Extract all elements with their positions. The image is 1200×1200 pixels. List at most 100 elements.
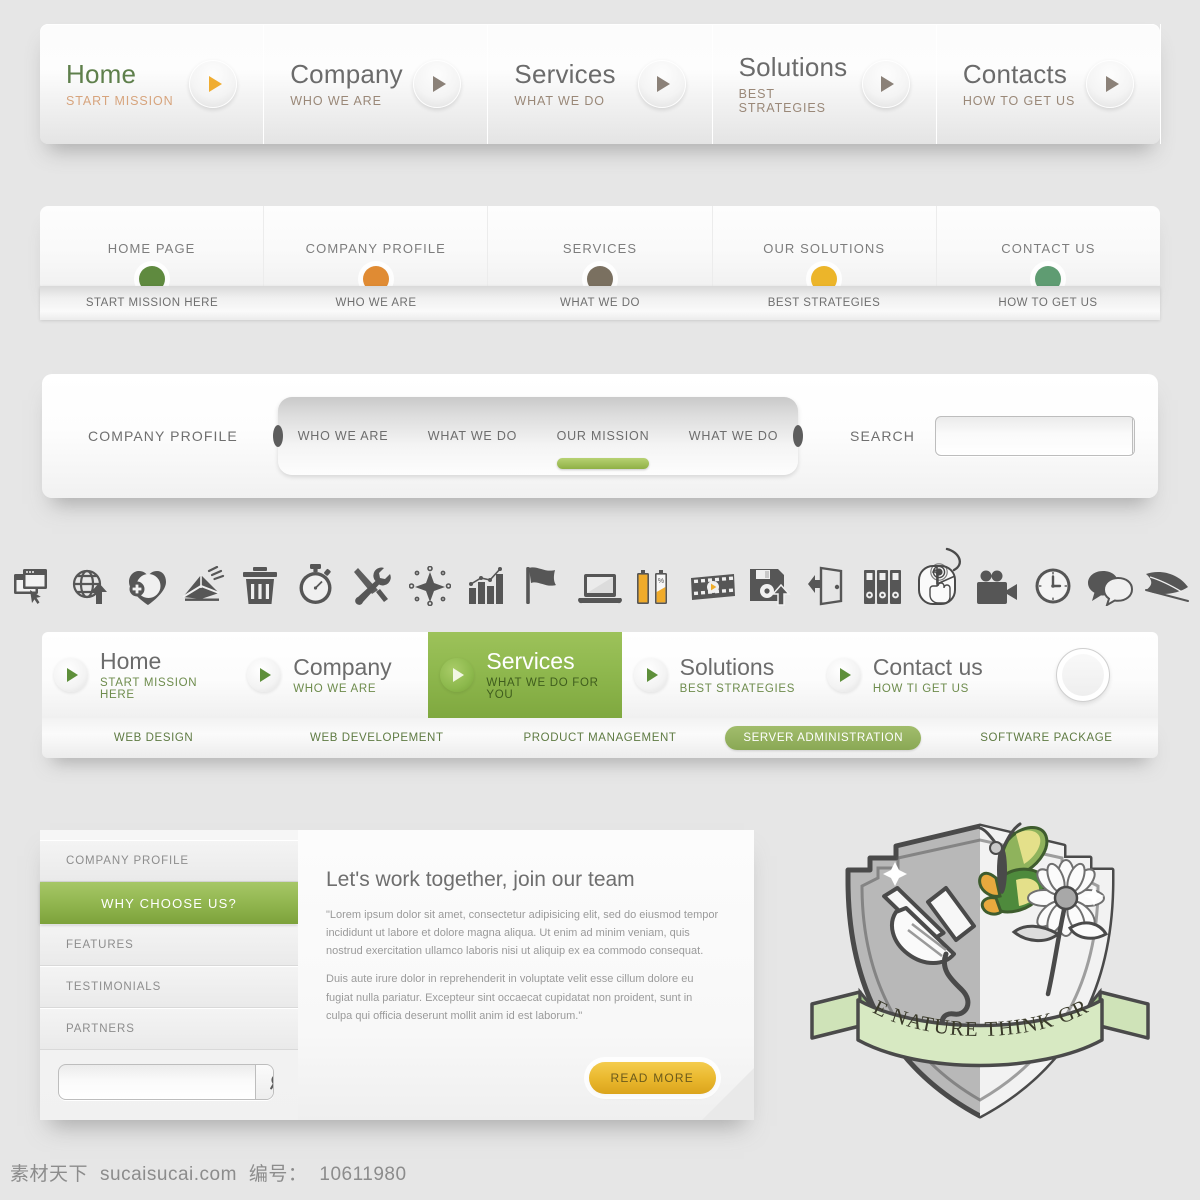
floppy-disk-upload-icon[interactable] bbox=[745, 560, 795, 606]
nav2-subtitle: START MISSION HERE bbox=[85, 297, 219, 309]
sidebar-search-button[interactable] bbox=[255, 1065, 273, 1099]
capsule-nav-bar: COMPANY PROFILE WHO WE ARE WHAT WE DO OU… bbox=[42, 374, 1158, 498]
secondary-nav-bar: HOME PAGE COMPANY PROFILE SERVICES OUR S… bbox=[40, 206, 1160, 292]
subnav-item-web-design[interactable]: WEB DESIGN bbox=[42, 732, 265, 744]
nav-item-contacts[interactable]: Contacts HOW TO GET US bbox=[937, 24, 1162, 144]
play-triangle-icon bbox=[208, 76, 222, 92]
svg-text:%: % bbox=[657, 578, 663, 585]
film-strip-icon[interactable] bbox=[688, 560, 738, 606]
nav2-item-title: OUR SOLUTIONS bbox=[763, 241, 886, 256]
read-more-button[interactable]: READ MORE bbox=[588, 1062, 716, 1094]
toggle-circle-button[interactable] bbox=[1056, 648, 1111, 702]
sidebar-item-features[interactable]: FEATURES bbox=[40, 924, 298, 966]
capsule-item-what-we-do[interactable]: WHAT WE DO bbox=[424, 429, 521, 443]
trash-icon[interactable] bbox=[235, 560, 285, 606]
play-button[interactable] bbox=[1086, 60, 1135, 108]
capsule-item-label: OUR MISSION bbox=[556, 429, 650, 443]
subnav-item-server-administration[interactable]: SERVER ADMINISTRATION bbox=[712, 726, 935, 750]
nav4-item-solutions[interactable]: Solutions BEST STRATEGIES bbox=[622, 632, 815, 718]
nav2-subtitle: WHAT WE DO bbox=[560, 297, 640, 309]
play-triangle-icon bbox=[881, 76, 895, 92]
envelope-send-icon[interactable] bbox=[178, 560, 228, 606]
subnav-item-web-developement[interactable]: WEB DEVELOPEMENT bbox=[265, 732, 488, 744]
nav2-item-home-page[interactable]: HOME PAGE bbox=[40, 206, 265, 292]
play-button[interactable] bbox=[637, 60, 686, 108]
laptop-icon[interactable] bbox=[575, 560, 625, 606]
services-subnav-strip: WEB DESIGN WEB DEVELOPEMENT PRODUCT MANA… bbox=[42, 718, 1158, 758]
panel-sidebar: COMPANY PROFILE WHY CHOOSE US? FEATURES … bbox=[40, 830, 317, 1120]
bar-chart-icon[interactable] bbox=[462, 560, 512, 606]
nav4-item-company[interactable]: Company WHO WE ARE bbox=[235, 632, 428, 718]
search-input[interactable] bbox=[935, 417, 1132, 455]
arrow-badge bbox=[633, 658, 668, 692]
mouse-click-icon[interactable] bbox=[915, 547, 965, 606]
sidebar-item-partners[interactable]: PARTNERS bbox=[40, 1008, 298, 1050]
nav4-item-home[interactable]: Home START MISSION HERE bbox=[42, 632, 235, 718]
nav-item-subtitle: START MISSION bbox=[66, 94, 174, 109]
nav2-item-services[interactable]: SERVICES bbox=[488, 206, 713, 292]
nav4-toggle-circle-wrap bbox=[1008, 632, 1158, 718]
capsule-item-our-mission[interactable]: OUR MISSION bbox=[553, 429, 654, 469]
sidebar-search-input[interactable] bbox=[59, 1065, 255, 1099]
nav-item-solutions[interactable]: Solutions BEST STRATEGIES bbox=[713, 24, 938, 144]
heart-plus-icon[interactable] bbox=[121, 560, 171, 606]
play-button[interactable] bbox=[189, 60, 238, 108]
nav2-subtitle: WHO WE ARE bbox=[335, 297, 417, 309]
nav2-item-our-solutions[interactable]: OUR SOLUTIONS bbox=[713, 206, 937, 292]
flag-icon[interactable] bbox=[518, 560, 568, 606]
play-triangle-icon bbox=[1105, 76, 1119, 92]
nav4-item-contact-us[interactable]: Contact us HOW TI GET US bbox=[815, 632, 1008, 718]
content-paragraph-1: "Lorem ipsum dolor sit amet, consectetur… bbox=[326, 909, 719, 958]
nav2-item-company-profile[interactable]: COMPANY PROFILE bbox=[264, 206, 489, 292]
feather-quill-icon[interactable] bbox=[1142, 560, 1192, 606]
binders-archive-icon[interactable] bbox=[858, 560, 908, 606]
content-panel: COMPANY PROFILE WHY CHOOSE US? FEATURES … bbox=[40, 830, 754, 1120]
icon-row: % bbox=[8, 528, 1192, 606]
sidebar-search-wrap bbox=[40, 1050, 298, 1100]
sidebar-search-box bbox=[58, 1064, 274, 1100]
play-triangle-icon bbox=[657, 76, 671, 92]
nav4-item-services[interactable]: Services WHAT WE DO FOR YOU bbox=[428, 632, 622, 718]
sidebar-item-company-profile[interactable]: COMPANY PROFILE bbox=[40, 840, 298, 882]
nav-item-title: Solutions bbox=[738, 51, 848, 82]
sidebar-item-testimonials[interactable]: TESTIMONIALS bbox=[40, 966, 298, 1008]
panel-content: Let's work together, join our team "Lore… bbox=[298, 830, 754, 1120]
nav-item-services[interactable]: Services WHAT WE DO bbox=[488, 24, 713, 144]
compass-network-icon[interactable] bbox=[405, 560, 455, 606]
nav2-item-contact-us[interactable]: CONTACT US bbox=[937, 206, 1160, 292]
subnav-item-product-management[interactable]: PRODUCT MANAGEMENT bbox=[488, 732, 711, 744]
nav2-item-title: SERVICES bbox=[562, 241, 638, 256]
play-triangle-icon bbox=[453, 668, 465, 682]
video-camera-icon[interactable] bbox=[972, 560, 1022, 606]
nav4-item-subtitle: WHO WE ARE bbox=[293, 683, 377, 696]
play-button[interactable] bbox=[861, 60, 910, 108]
nav2-item-title: HOME PAGE bbox=[107, 241, 196, 256]
tools-wrench-screwdriver-icon[interactable] bbox=[348, 560, 398, 606]
nav4-item-title: Services bbox=[486, 647, 575, 674]
browser-window-cursor-icon[interactable] bbox=[8, 560, 58, 606]
subnav-item-software-package[interactable]: SOFTWARE PACKAGE bbox=[935, 732, 1158, 744]
footer-site-cn: 素材天下 bbox=[10, 1164, 89, 1185]
eco-shield-logo: LOVE NATURE THINK GREEN bbox=[792, 799, 1160, 1130]
nav-item-company[interactable]: Company WHO WE ARE bbox=[264, 24, 489, 144]
exit-door-icon[interactable] bbox=[802, 560, 852, 606]
search-label: SEARCH bbox=[850, 428, 915, 444]
capsule-item-who-we-are[interactable]: WHO WE ARE bbox=[294, 429, 393, 443]
nav-item-home[interactable]: Home START MISSION bbox=[40, 24, 265, 144]
sidebar-item-why-choose-us[interactable]: WHY CHOOSE US? bbox=[40, 882, 317, 924]
section-label: COMPANY PROFILE bbox=[88, 428, 238, 444]
stopwatch-icon[interactable] bbox=[291, 560, 341, 606]
nav4-item-subtitle: START MISSION HERE bbox=[100, 677, 198, 702]
nav-item-title: Home bbox=[66, 58, 137, 89]
subnav-item-label: SERVER ADMINISTRATION bbox=[725, 726, 922, 750]
battery-level-icon[interactable]: % bbox=[632, 560, 682, 606]
play-triangle-icon bbox=[839, 668, 851, 682]
search-button[interactable] bbox=[1131, 417, 1134, 455]
play-triangle-icon bbox=[260, 668, 272, 682]
globe-upload-icon[interactable] bbox=[65, 560, 115, 606]
speech-bubbles-icon[interactable] bbox=[1085, 560, 1135, 606]
play-button[interactable] bbox=[413, 60, 462, 108]
search-box bbox=[934, 416, 1135, 456]
capsule-item-what-we-do-2[interactable]: WHAT WE DO bbox=[685, 429, 782, 443]
clock-icon[interactable] bbox=[1028, 560, 1078, 606]
